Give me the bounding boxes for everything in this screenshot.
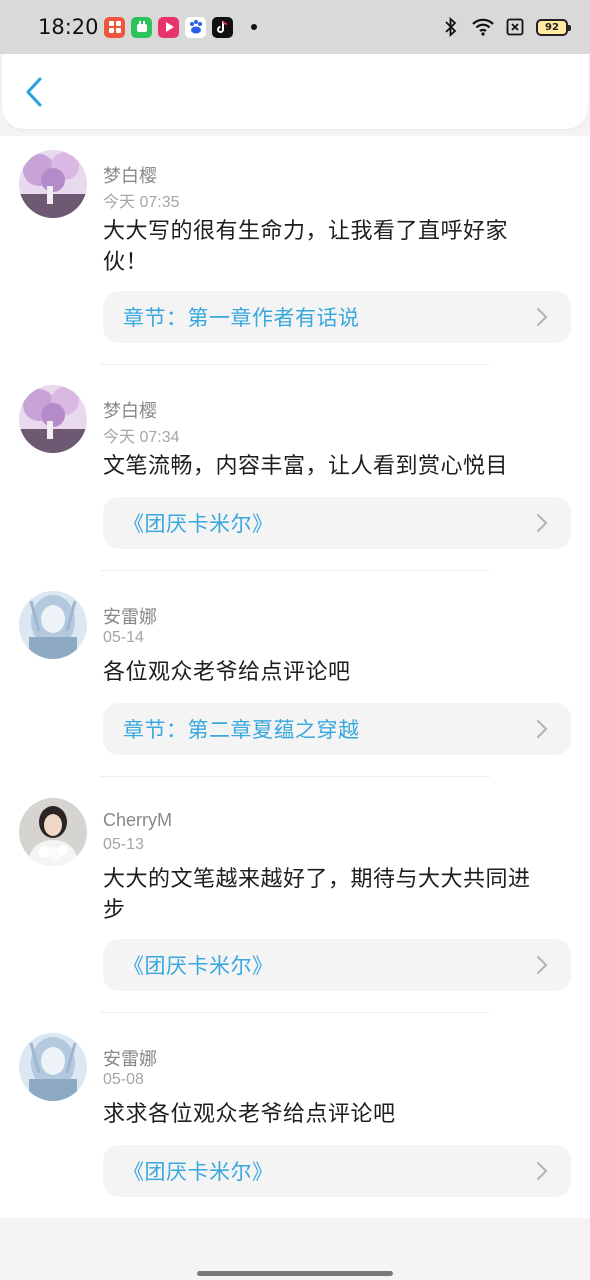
comment-list: 梦白樱 今天 07:35 大大写的很有生命力，让我看了直呼好家伙！ 章节：第一章… xyxy=(0,136,590,1218)
source-link-card[interactable]: 《团厌卡米尔》 xyxy=(103,1145,571,1197)
comment-text: 各位观众老爷给点评论吧 xyxy=(103,660,351,685)
header-bar xyxy=(2,54,588,129)
comment-time: 05-13 xyxy=(103,836,144,853)
comment-time: 05-14 xyxy=(103,629,144,646)
home-indicator[interactable] xyxy=(197,1271,393,1276)
avatar[interactable] xyxy=(19,798,87,866)
comment-text: 文笔流畅，内容丰富，让人看到赏心悦目 xyxy=(103,454,509,479)
user-name[interactable]: 安雷娜 xyxy=(103,1045,157,1071)
avatar[interactable] xyxy=(19,150,87,218)
chevron-right-icon xyxy=(536,1161,548,1181)
user-name[interactable]: 安雷娜 xyxy=(103,603,157,629)
comment-time: 今天 07:34 xyxy=(103,429,180,446)
more-notifications-icon xyxy=(251,24,257,30)
status-bar: 18:20 92 xyxy=(0,0,590,54)
source-title: 《团厌卡米尔》 xyxy=(123,512,274,536)
comment-time: 05-08 xyxy=(103,1071,144,1088)
wifi-icon xyxy=(472,16,494,38)
page: 18:20 92 梦白樱 今天 07:35 大大写的很有生命力，让我看了直呼好家… xyxy=(0,0,590,1280)
chevron-right-icon xyxy=(536,307,548,327)
comment-time: 今天 07:35 xyxy=(103,194,180,211)
sim-off-icon xyxy=(504,16,526,38)
user-name[interactable]: 梦白樱 xyxy=(103,162,157,188)
chevron-left-icon xyxy=(26,77,42,107)
battery-icon: 92 xyxy=(536,18,571,36)
comment-text: 大大的文笔越来越好了，期待与大大共同进步 xyxy=(103,867,531,923)
source-title: 《团厌卡米尔》 xyxy=(123,954,274,978)
notification-app-icons xyxy=(104,16,257,38)
divider xyxy=(100,570,490,571)
app-green-icon xyxy=(131,16,152,38)
avatar[interactable] xyxy=(19,385,87,453)
source-title: 章节：第二章夏蕴之穿越 xyxy=(123,718,360,742)
source-title: 《团厌卡米尔》 xyxy=(123,1160,274,1184)
app-red-icon xyxy=(104,16,125,38)
bluetooth-icon xyxy=(440,16,462,38)
app-video-icon xyxy=(158,16,179,38)
user-name[interactable]: CherryM xyxy=(103,810,172,831)
user-name[interactable]: 梦白樱 xyxy=(103,397,157,423)
source-link-card[interactable]: 章节：第二章夏蕴之穿越 xyxy=(103,703,571,755)
comment-text: 大大写的很有生命力，让我看了直呼好家伙！ xyxy=(103,219,509,275)
divider xyxy=(100,1012,490,1013)
status-time: 18:20 xyxy=(38,15,99,39)
chevron-right-icon xyxy=(536,719,548,739)
back-button[interactable] xyxy=(16,74,52,110)
source-title: 章节：第一章作者有话说 xyxy=(123,306,360,330)
avatar[interactable] xyxy=(19,1033,87,1101)
divider xyxy=(100,364,490,365)
chevron-right-icon xyxy=(536,955,548,975)
avatar[interactable] xyxy=(19,591,87,659)
source-link-card[interactable]: 章节：第一章作者有话说 xyxy=(103,291,571,343)
comment-text: 求求各位观众老爷给点评论吧 xyxy=(103,1102,396,1127)
chevron-right-icon xyxy=(536,513,548,533)
source-link-card[interactable]: 《团厌卡米尔》 xyxy=(103,497,571,549)
divider xyxy=(100,776,490,777)
system-status: 92 xyxy=(440,16,571,38)
source-link-card[interactable]: 《团厌卡米尔》 xyxy=(103,939,571,991)
baidu-icon xyxy=(185,16,206,38)
tiktok-icon xyxy=(212,16,233,38)
